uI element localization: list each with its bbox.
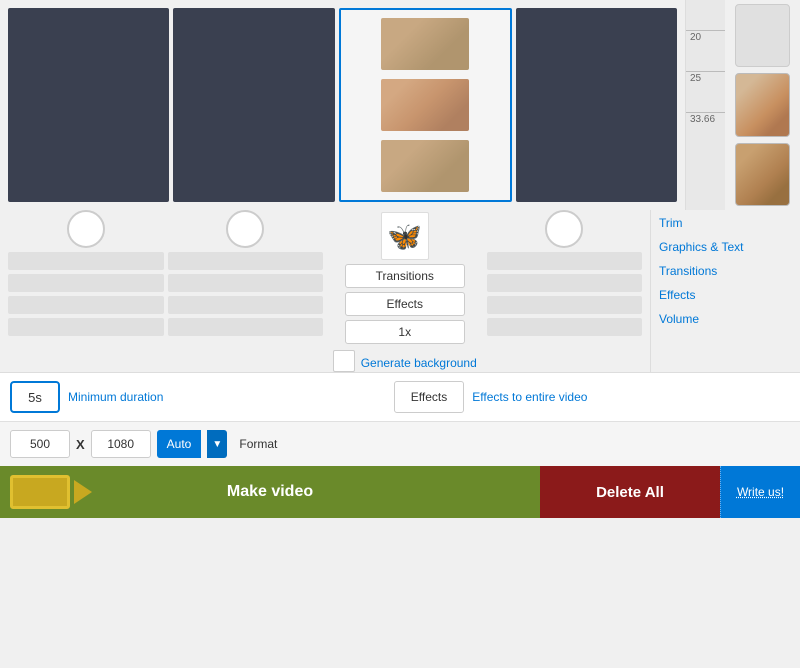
auto-button[interactable]: Auto: [157, 430, 202, 458]
clip-bar-2b: [168, 274, 324, 292]
delete-all-button[interactable]: Delete All: [540, 466, 720, 518]
video-panel-4[interactable]: [516, 8, 677, 202]
clip-row: 🦋 Transitions Effects 1x Generate backgr…: [0, 210, 650, 372]
butterfly-thumbnail: 🦋: [381, 212, 429, 260]
video-panel-3[interactable]: [339, 8, 512, 202]
video-panel-2[interactable]: [173, 8, 334, 202]
film-frame-1: [381, 18, 469, 70]
film-frame-2: [381, 79, 469, 131]
make-video-label: Make video: [227, 483, 313, 501]
clip-slot-center: 🦋 Transitions Effects 1x Generate backgr…: [327, 210, 483, 372]
right-panel-trim[interactable]: Trim: [659, 214, 792, 232]
duration-input[interactable]: [10, 381, 60, 413]
right-panel-volume[interactable]: Volume: [659, 310, 792, 328]
clip-slot-2: [168, 210, 324, 336]
clip-bar-2a: [168, 252, 324, 270]
clip-circle-2: [226, 210, 264, 248]
right-panel-graphics[interactable]: Graphics & Text: [659, 238, 792, 256]
clip-circle-1: [67, 210, 105, 248]
video-panel-1[interactable]: [8, 8, 169, 202]
timeline-panels: [0, 0, 685, 210]
clip-editor-section: 🦋 Transitions Effects 1x Generate backgr…: [0, 210, 800, 372]
clip-bar-4b: [487, 274, 643, 292]
size-row: X Auto ▼ Format: [0, 421, 800, 466]
side-thumb-photo-1: [735, 73, 790, 136]
clip-bar-4c: [487, 296, 643, 314]
clip-bar-1b: [8, 274, 164, 292]
video-timeline: i 20 25 33.66: [0, 0, 800, 210]
auto-dropdown[interactable]: ▼: [207, 430, 227, 458]
side-thumbnails: [725, 0, 800, 210]
transitions-button[interactable]: Transitions: [345, 264, 465, 288]
effects-button[interactable]: Effects: [345, 292, 465, 316]
generate-bg-link[interactable]: Generate background: [361, 356, 477, 370]
side-thumb-photo-2: [735, 143, 790, 206]
generate-bg-checkbox[interactable]: [333, 350, 355, 372]
effects-entire-label: Effects to entire video: [472, 390, 790, 404]
arrow-right-icon: [74, 480, 92, 504]
effects-button-bar[interactable]: Effects: [394, 381, 464, 413]
clip-bar-1d: [8, 318, 164, 336]
clip-bar-1c: [8, 296, 164, 314]
ruler-mark-33: 33.66: [686, 112, 725, 125]
bottom-controls: Minimum duration Effects Effects to enti…: [0, 372, 800, 421]
right-panel: Trim Graphics & Text Transitions Effects…: [650, 210, 800, 372]
min-duration-label: Minimum duration: [68, 390, 386, 404]
arrow-box: [10, 475, 70, 509]
clip-slot-4: [487, 210, 643, 336]
action-row: Make video Delete All Write us!: [0, 466, 800, 518]
clip-bar-2d: [168, 318, 324, 336]
x-separator: X: [76, 437, 85, 452]
clip-bar-4a: [487, 252, 643, 270]
write-us-button[interactable]: Write us!: [720, 466, 800, 518]
clip-circle-4: [545, 210, 583, 248]
make-video-button[interactable]: Make video: [0, 466, 540, 518]
ruler-mark-20: 20: [686, 30, 725, 43]
side-thumb-blank: [735, 4, 790, 67]
width-input[interactable]: [10, 430, 70, 458]
clip-bar-2c: [168, 296, 324, 314]
clip-bar-4d: [487, 318, 643, 336]
speed-button[interactable]: 1x: [345, 320, 465, 344]
format-label: Format: [239, 437, 277, 451]
arrow-indicator: [10, 475, 92, 509]
ruler-mark-25: 25: [686, 71, 725, 84]
clip-bar-1a: [8, 252, 164, 270]
right-panel-transitions[interactable]: Transitions: [659, 262, 792, 280]
film-frame-3: [381, 140, 469, 192]
height-input[interactable]: [91, 430, 151, 458]
clip-slot-1: [8, 210, 164, 336]
side-ruler: 20 25 33.66: [685, 0, 725, 210]
clip-editor-left: 🦋 Transitions Effects 1x Generate backgr…: [0, 210, 650, 372]
right-panel-effects[interactable]: Effects: [659, 286, 792, 304]
